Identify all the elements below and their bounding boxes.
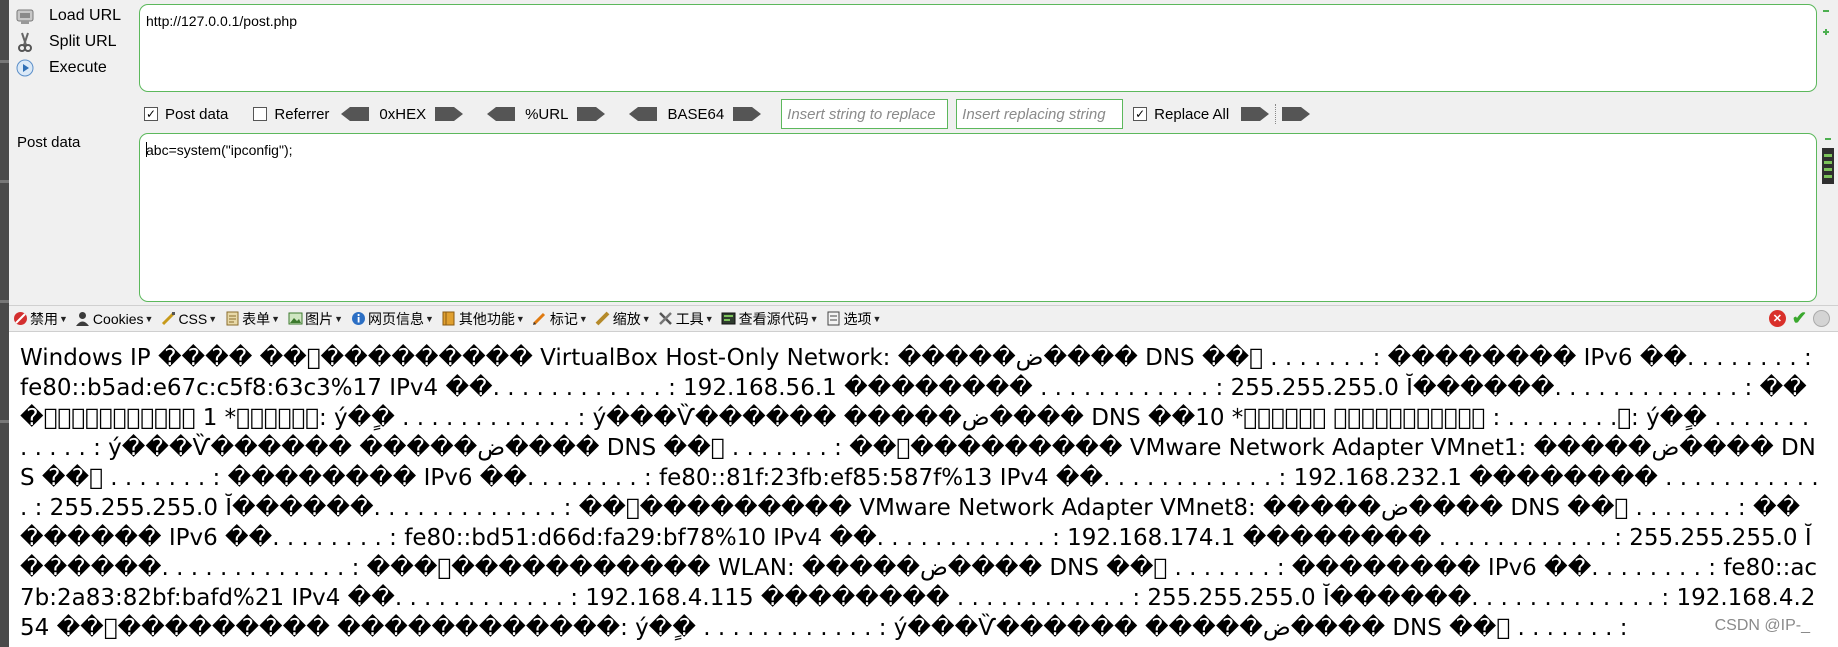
- hex-label: 0xHEX: [379, 105, 427, 123]
- toolbar-separator: [1275, 104, 1277, 124]
- referrer-checkbox[interactable]: [253, 107, 268, 121]
- load-url-icon: [13, 5, 37, 27]
- toolbar-item-label: 选项: [843, 310, 872, 327]
- csdn-watermark: CSDN @IP-_: [1714, 617, 1810, 634]
- options-icon: [826, 311, 842, 327]
- toolbar-outline-menu[interactable]: 标记 ▼: [529, 309, 592, 329]
- url-decode-arrow-icon[interactable]: [487, 106, 516, 122]
- toolbar-options-menu[interactable]: 选项 ▼: [823, 309, 886, 329]
- toolbar-view-source-menu[interactable]: 查看源代码 ▼: [718, 309, 823, 329]
- hex-encode-arrow-icon[interactable]: [435, 106, 464, 122]
- replace-backward-arrow-icon[interactable]: [1282, 106, 1311, 122]
- url-resize-icon[interactable]: [1821, 8, 1831, 38]
- toolbar-forms-menu[interactable]: 表单 ▼: [221, 309, 284, 329]
- scissors-icon: [13, 31, 37, 53]
- misc-book-icon: [441, 311, 457, 327]
- url-textarea[interactable]: http://127.0.0.1/post.php: [139, 4, 1817, 92]
- replace-all-checkbox[interactable]: ✓: [1133, 107, 1148, 121]
- replace-all-label: Replace All: [1154, 105, 1230, 123]
- load-url-button[interactable]: Load URL: [13, 3, 121, 29]
- toolbar-css-menu[interactable]: CSS ▼: [157, 311, 221, 327]
- toolbar-item-label: Cookies: [92, 310, 144, 327]
- toolbar-images-menu[interactable]: 图片 ▼: [284, 309, 347, 329]
- images-icon: [287, 311, 303, 327]
- toolbar-item-label: CSS: [178, 310, 208, 327]
- toolbar-disable-menu[interactable]: 禁用 ▼: [9, 309, 72, 329]
- url-encode-arrow-icon[interactable]: [577, 106, 606, 122]
- css-brush-icon: [160, 311, 176, 327]
- toolbar-item-label: 工具: [675, 310, 704, 327]
- dropdown-arrow-icon: ▼: [515, 313, 525, 324]
- base64-label: BASE64: [667, 105, 725, 123]
- toolbar-tools-menu[interactable]: 工具 ▼: [655, 309, 718, 329]
- dropdown-arrow-icon: ▼: [641, 313, 651, 324]
- url-encode-label: %URL: [525, 105, 569, 123]
- dropdown-arrow-icon: ▼: [809, 313, 819, 324]
- status-circle-icon[interactable]: [1813, 310, 1830, 327]
- toolbar-misc-menu[interactable]: 其他功能 ▼: [438, 309, 529, 329]
- toolbar-item-label: 图片: [305, 310, 334, 327]
- referrer-option-label: Referrer: [274, 105, 330, 123]
- dropdown-arrow-icon: ▼: [872, 313, 882, 324]
- close-icon[interactable]: ✕: [1768, 310, 1786, 327]
- pencil-icon: [532, 311, 548, 327]
- base64-decode-arrow-icon[interactable]: [629, 106, 658, 122]
- replace-string-input[interactable]: Insert string to replace: [781, 99, 949, 129]
- post-data-option-label: Post data: [165, 105, 229, 123]
- dropdown-arrow-icon: ▼: [334, 313, 343, 324]
- options-row: ✓ Post data Referrer 0xHEX %URL BASE64 I…: [144, 99, 1311, 129]
- forms-icon: [224, 311, 240, 327]
- replace-string-placeholder: Insert string to replace: [787, 105, 936, 123]
- dropdown-arrow-icon: ▼: [271, 313, 281, 324]
- toolbar-item-label: 网页信息: [368, 310, 424, 327]
- web-developer-toolbar: 禁用 ▼ Cookies ▼ CSS ▼ 表单 ▼ 图片 ▼ 网页信息 ▼ 其他功能 ▼ 标记…: [9, 305, 1838, 332]
- disable-icon: [12, 311, 28, 327]
- load-url-label: Load URL: [49, 7, 122, 24]
- info-icon: [350, 311, 366, 327]
- dropdown-arrow-icon: ▼: [425, 313, 434, 324]
- hackbar-panel: Load URL Split URL Execute http://127.0.…: [9, 0, 1838, 305]
- dropdown-arrow-icon: ▼: [704, 313, 714, 324]
- post-resize-icon[interactable]: [1821, 136, 1835, 186]
- dropdown-arrow-icon: ▼: [59, 313, 68, 324]
- toolbar-cookies-menu[interactable]: Cookies ▼: [72, 311, 158, 327]
- post-data-value: abc=system("ipconfig");: [146, 142, 293, 158]
- toolbar-item-label: 标记: [549, 310, 578, 327]
- post-data-checkbox[interactable]: ✓: [144, 107, 158, 121]
- dropdown-arrow-icon: ▼: [144, 313, 154, 324]
- execute-button[interactable]: Execute: [13, 55, 107, 81]
- resize-ruler-icon: [595, 311, 611, 327]
- checkmark-icon[interactable]: ✔: [1792, 309, 1807, 327]
- dropdown-arrow-icon: ▼: [578, 313, 588, 324]
- split-url-label: Split URL: [49, 33, 117, 50]
- replacing-string-input[interactable]: Insert replacing string: [956, 99, 1124, 129]
- url-value: http://127.0.0.1/post.php: [146, 13, 298, 29]
- toolbar-item-label: 查看源代码: [738, 310, 809, 327]
- execute-label: Execute: [49, 59, 107, 76]
- view-source-icon: [721, 311, 737, 327]
- replace-forward-arrow-icon[interactable]: [1241, 106, 1270, 122]
- base64-encode-arrow-icon[interactable]: [733, 106, 762, 122]
- page-output-text: Windows IP ���� �� ��������� VirtualBox …: [20, 345, 1819, 641]
- toolbar-item-label: 缩放: [612, 310, 641, 327]
- left-window-edge: [0, 0, 9, 647]
- toolbar-item-label: 禁用: [30, 310, 58, 327]
- toolbar-item-label: 表单: [242, 310, 271, 327]
- toolbar-resize-menu[interactable]: 缩放 ▼: [592, 309, 655, 329]
- dropdown-arrow-icon: ▼: [208, 313, 218, 324]
- toolbar-item-label: 其他功能: [458, 310, 515, 327]
- post-data-textarea[interactable]: abc=system("ipconfig");: [139, 133, 1817, 302]
- replacing-string-placeholder: Insert replacing string: [962, 105, 1106, 123]
- tools-wrench-icon: [658, 311, 674, 327]
- split-url-button[interactable]: Split URL: [13, 29, 117, 55]
- hex-decode-arrow-icon[interactable]: [341, 106, 370, 122]
- toolbar-status-icons: ✕ ✔: [1768, 309, 1830, 327]
- cookies-icon: [75, 311, 91, 327]
- toolbar-page-info-menu[interactable]: 网页信息 ▼: [347, 309, 438, 329]
- play-icon: [13, 57, 37, 79]
- post-data-section-label: Post data: [17, 134, 81, 151]
